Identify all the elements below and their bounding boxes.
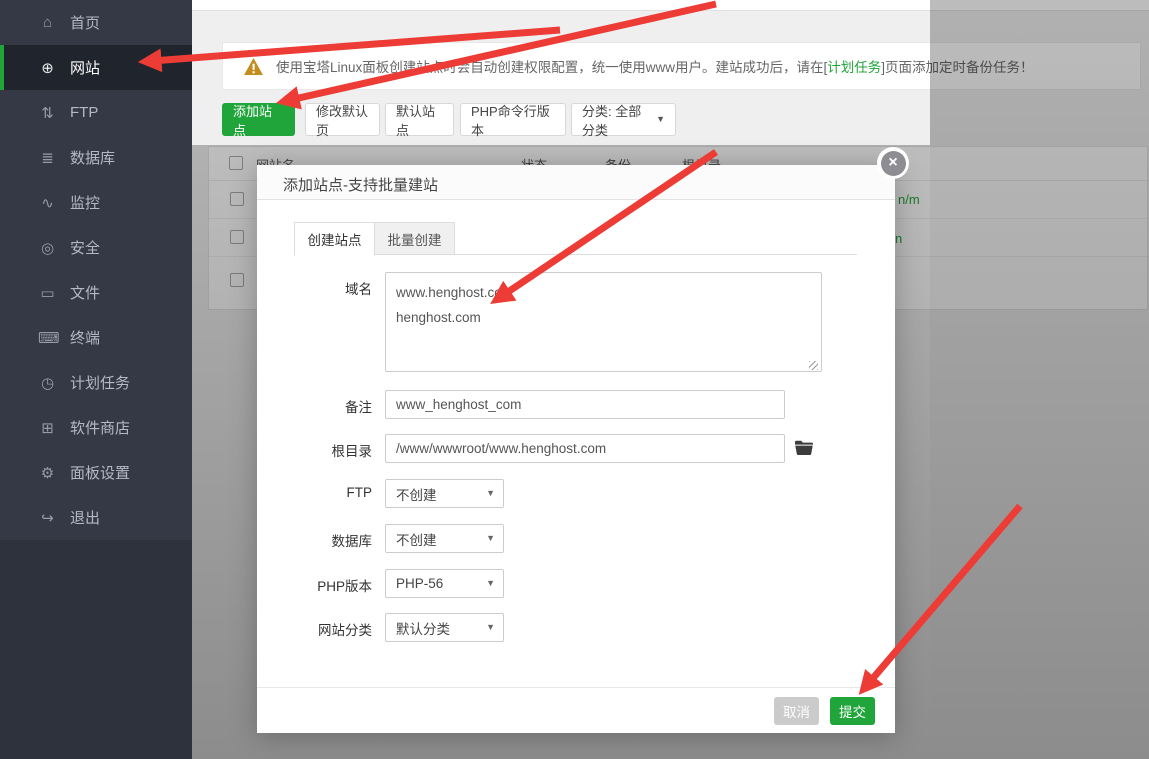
add-site-modal: 添加站点-支持批量建站 × 创建站点 批量创建 域名 www.henghost.… (257, 165, 895, 733)
chevron-down-icon: ▼ (656, 115, 665, 124)
modal-title: 添加站点-支持批量建站 (283, 174, 438, 195)
chevron-down-icon: ▼ (486, 579, 495, 588)
category-filter-dropdown[interactable]: 分类: 全部分类 ▼ (571, 103, 676, 136)
php-version-select[interactable]: PHP-56 ▼ (385, 569, 504, 598)
resize-handle-icon[interactable] (809, 361, 818, 370)
modal-backdrop[interactable] (930, 0, 1149, 759)
database-icon: ≣ (38, 149, 57, 167)
category-filter-label: 分类: 全部分类 (582, 101, 649, 139)
cancel-button[interactable]: 取消 (774, 697, 819, 725)
terminal-icon: ⌨ (38, 329, 57, 347)
sidebar: ⌂ 首页 ⊕ 网站 ⇅ FTP ≣ 数据库 ∿ 监控 ◎ 安全 (0, 0, 192, 759)
sidebar-item-label: 计划任务 (70, 372, 130, 393)
sidebar-item-label: 网站 (70, 57, 100, 78)
tab-batch-create[interactable]: 批量创建 (375, 222, 455, 255)
add-site-button[interactable]: 添加站点 (222, 103, 295, 136)
php-version-select-value: PHP-56 (396, 576, 486, 591)
modal-tabs: 创建站点 批量创建 (294, 222, 857, 255)
note-input[interactable] (385, 390, 785, 419)
calendar-icon: ◷ (38, 374, 57, 392)
database-select[interactable]: 不创建 ▼ (385, 524, 504, 553)
home-icon: ⌂ (38, 14, 57, 31)
sidebar-item-label: 退出 (70, 507, 100, 528)
close-icon: × (881, 151, 906, 176)
sidebar-item-label: 文件 (70, 282, 100, 303)
sidebar-item-settings[interactable]: ⚙ 面板设置 (0, 450, 192, 495)
sidebar-item-label: 软件商店 (70, 417, 130, 438)
monitor-icon: ∿ (38, 194, 57, 212)
sidebar-item-ftp[interactable]: ⇅ FTP (0, 90, 192, 135)
sidebar-item-database[interactable]: ≣ 数据库 (0, 135, 192, 180)
database-select-value: 不创建 (396, 529, 486, 549)
sidebar-item-terminal[interactable]: ⌨ 终端 (0, 315, 192, 360)
submit-button[interactable]: 提交 (830, 697, 875, 725)
globe-icon: ⊕ (38, 59, 57, 77)
note-label: 备注 (277, 396, 372, 416)
php-version-label: PHP版本 (277, 575, 372, 595)
modal-footer: 取消 提交 (257, 687, 895, 733)
sidebar-menu: ⌂ 首页 ⊕ 网站 ⇅ FTP ≣ 数据库 ∿ 监控 ◎ 安全 (0, 0, 192, 540)
folder-icon: ▭ (38, 284, 57, 302)
logout-icon: ↪ (38, 509, 57, 527)
site-category-select-value: 默认分类 (396, 618, 486, 638)
sidebar-item-label: 数据库 (70, 147, 115, 168)
sidebar-item-label: 首页 (70, 12, 100, 33)
warning-icon (244, 58, 263, 75)
baota-panel-page: ⌂ 首页 ⊕ 网站 ⇅ FTP ≣ 数据库 ∿ 监控 ◎ 安全 (0, 0, 1149, 759)
domain-label: 域名 (277, 278, 372, 298)
domain-textarea[interactable]: www.henghost.com henghost.com (385, 272, 822, 372)
sidebar-item-monitor[interactable]: ∿ 监控 (0, 180, 192, 225)
php-cli-version-button[interactable]: PHP命令行版本 (460, 103, 566, 136)
cron-page-link[interactable]: 计划任务 (827, 60, 881, 75)
ftp-label: FTP (277, 485, 372, 500)
sidebar-item-label: FTP (70, 104, 98, 121)
modify-default-page-button[interactable]: 修改默认页 (305, 103, 380, 136)
sidebar-item-appstore[interactable]: ⊞ 软件商店 (0, 405, 192, 450)
sidebar-item-logout[interactable]: ↪ 退出 (0, 495, 192, 540)
sidebar-item-label: 终端 (70, 327, 100, 348)
ftp-select-value: 不创建 (396, 484, 486, 504)
sidebar-item-cron[interactable]: ◷ 计划任务 (0, 360, 192, 405)
root-dir-label: 根目录 (277, 440, 372, 460)
modal-header: 添加站点-支持批量建站 (257, 165, 895, 200)
site-category-label: 网站分类 (277, 619, 372, 639)
grid-icon: ⊞ (38, 419, 57, 437)
root-dir-input[interactable] (385, 434, 785, 463)
folder-icon[interactable] (795, 440, 813, 455)
chevron-down-icon: ▼ (486, 489, 495, 498)
close-button[interactable]: × (877, 147, 909, 179)
sidebar-item-label: 安全 (70, 237, 100, 258)
warning-text: 使用宝塔Linux面板创建站点时会自动创建权限配置，统一使用www用户。建站成功… (276, 56, 1034, 76)
sidebar-item-sites[interactable]: ⊕ 网站 (0, 45, 192, 90)
chevron-down-icon: ▼ (486, 534, 495, 543)
default-site-button[interactable]: 默认站点 (385, 103, 454, 136)
sidebar-item-home[interactable]: ⌂ 首页 (0, 0, 192, 45)
tab-create-site[interactable]: 创建站点 (294, 222, 375, 256)
chevron-down-icon: ▼ (486, 623, 495, 632)
gear-icon: ⚙ (38, 464, 57, 482)
warning-text-pre: 使用宝塔Linux面板创建站点时会自动创建权限配置，统一使用www用户。建站成功… (276, 60, 827, 75)
shield-icon: ◎ (38, 239, 57, 257)
sidebar-item-label: 面板设置 (70, 462, 130, 483)
ftp-icon: ⇅ (38, 104, 57, 122)
ftp-select[interactable]: 不创建 ▼ (385, 479, 504, 508)
site-category-select[interactable]: 默认分类 ▼ (385, 613, 504, 642)
sidebar-item-security[interactable]: ◎ 安全 (0, 225, 192, 270)
sidebar-item-files[interactable]: ▭ 文件 (0, 270, 192, 315)
db-label: 数据库 (277, 530, 372, 550)
sidebar-item-label: 监控 (70, 192, 100, 213)
